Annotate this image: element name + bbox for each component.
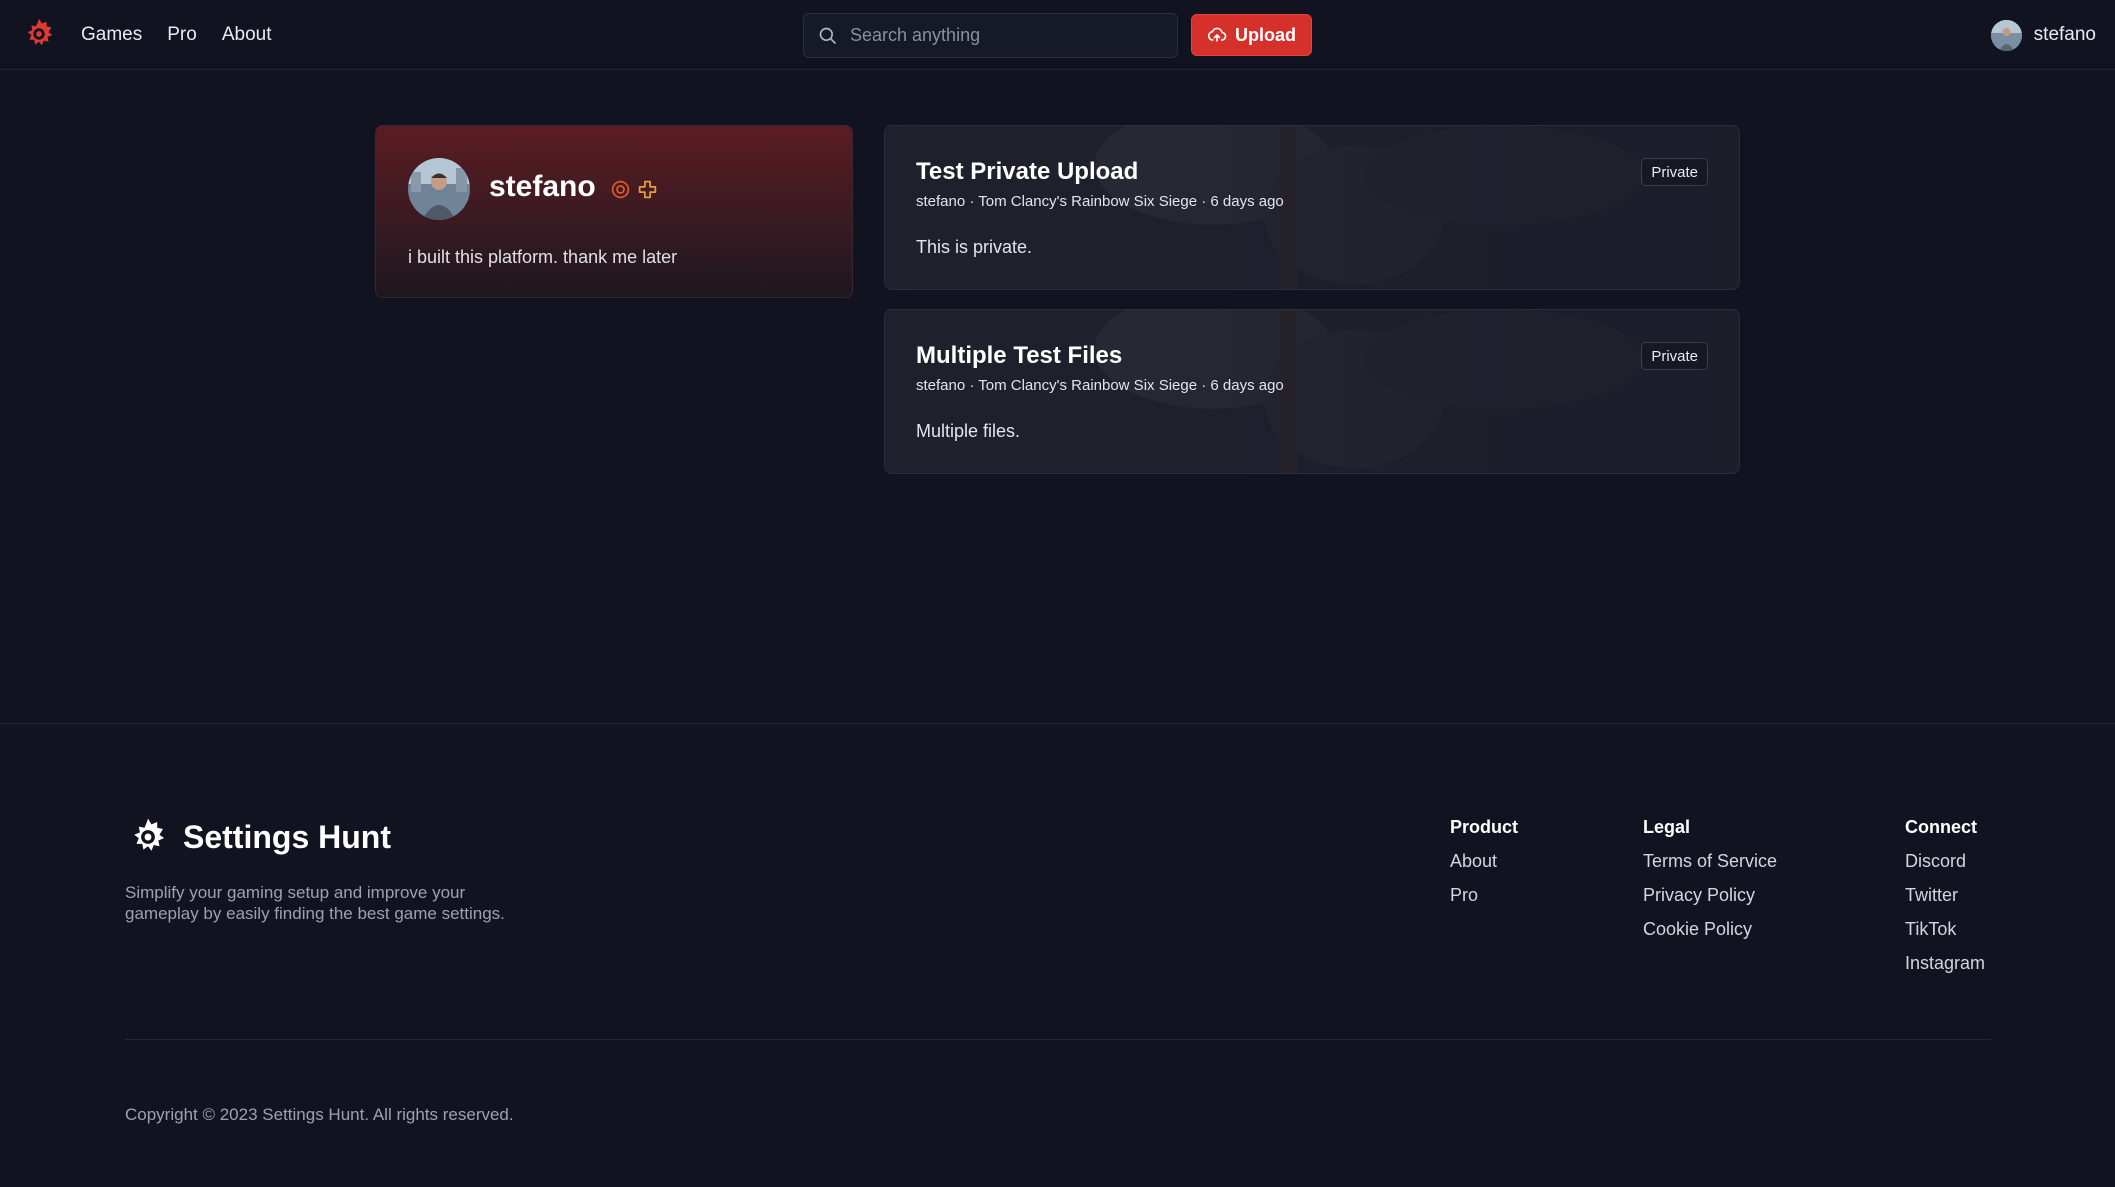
footer-heading-connect: Connect: [1905, 817, 1977, 837]
upload-button[interactable]: Upload: [1191, 14, 1312, 56]
upload-title[interactable]: Test Private Upload: [916, 158, 1138, 186]
upload-meta: stefano · Tom Clancy's Rainbow Six Siege…: [916, 193, 1284, 210]
search-bar[interactable]: [803, 13, 1178, 58]
upload-title[interactable]: Multiple Test Files: [916, 342, 1122, 370]
footer-column-connect: Connect Discord Twitter TikTok Instagram: [1905, 817, 1985, 987]
nav-link-about[interactable]: About: [222, 24, 272, 46]
upload-description: Multiple files.: [916, 421, 1021, 441]
profile-bio: i built this platform. thank me later: [408, 247, 678, 267]
upload-card[interactable]: Test Private Upload stefano · Tom Clancy…: [884, 125, 1740, 290]
privacy-badge: Private: [1641, 158, 1708, 186]
footer-link-pro[interactable]: Pro: [1450, 885, 1518, 906]
search-input[interactable]: [850, 25, 1150, 46]
upload-meta: stefano · Tom Clancy's Rainbow Six Siege…: [916, 377, 1284, 394]
footer-heading-legal: Legal: [1643, 817, 1691, 837]
brand-name: Settings Hunt: [183, 818, 391, 855]
footer-link-twitter[interactable]: Twitter: [1905, 885, 1985, 906]
upload-description: This is private.: [916, 237, 1033, 257]
top-navbar: Games Pro About Upload stefano: [0, 0, 2115, 70]
search-icon: [819, 27, 837, 44]
footer-link-instagram[interactable]: Instagram: [1905, 953, 1985, 974]
nav-username: stefano: [2033, 24, 2096, 45]
footer-column-legal: Legal Terms of Service Privacy Policy Co…: [1643, 817, 1777, 953]
plus-badge-icon: [638, 180, 657, 199]
footer-tagline: Simplify your gaming setup and improve y…: [125, 883, 505, 923]
avatar: [1990, 19, 2022, 51]
upload-card[interactable]: Multiple Test Files stefano · Tom Clancy…: [884, 309, 1740, 474]
user-menu[interactable]: stefano: [1990, 0, 2096, 70]
profile-avatar: [408, 158, 470, 220]
footer-link-discord[interactable]: Discord: [1905, 851, 1985, 872]
nav-link-games[interactable]: Games: [81, 24, 142, 46]
footer-link-terms[interactable]: Terms of Service: [1643, 851, 1777, 872]
privacy-badge: Private: [1641, 342, 1708, 370]
profile-badges: [610, 179, 658, 200]
target-badge-icon: [611, 180, 630, 199]
footer-link-tiktok[interactable]: TikTok: [1905, 919, 1985, 940]
cloud-upload-icon: [1207, 27, 1227, 42]
footer-column-product: Product About Pro: [1450, 817, 1518, 919]
profile-name: stefano: [489, 170, 596, 203]
footer-divider: [0, 723, 2115, 724]
settings-hunt-logo-icon[interactable]: [20, 15, 58, 53]
primary-nav: Games Pro About: [81, 0, 271, 70]
upload-button-label: Upload: [1235, 24, 1296, 45]
copyright-text: Copyright © 2023 Settings Hunt. All righ…: [125, 1105, 514, 1124]
footer-heading-product: Product: [1450, 817, 1519, 837]
footer-rule: [125, 1039, 1991, 1040]
footer-link-cookies[interactable]: Cookie Policy: [1643, 919, 1777, 940]
footer-link-about[interactable]: About: [1450, 851, 1518, 872]
footer-brand[interactable]: Settings Hunt: [125, 814, 391, 860]
footer-link-privacy[interactable]: Privacy Policy: [1643, 885, 1777, 906]
settings-hunt-logo-icon: [134, 818, 165, 851]
nav-link-pro[interactable]: Pro: [167, 24, 197, 46]
profile-card: stefano i built this platform. thank me …: [375, 125, 853, 298]
